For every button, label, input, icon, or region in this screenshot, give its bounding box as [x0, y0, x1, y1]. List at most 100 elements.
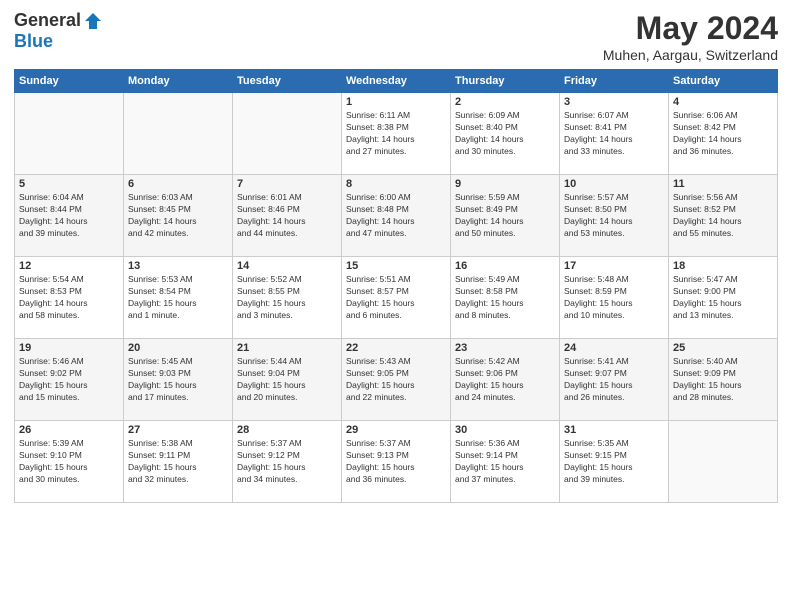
day-number: 14	[237, 260, 337, 272]
day-number: 16	[455, 260, 555, 272]
header-cell-thursday: Thursday	[451, 70, 560, 93]
day-cell: 30 Sunrise: 5:36 AM Sunset: 9:14 PM Dayli…	[451, 421, 560, 503]
day-number: 11	[673, 178, 773, 190]
day-cell: 2 Sunrise: 6:09 AM Sunset: 8:40 PM Daylig…	[451, 93, 560, 175]
day-cell: 15 Sunrise: 5:51 AM Sunset: 8:57 PM Dayli…	[342, 257, 451, 339]
logo-icon	[83, 11, 103, 31]
day-info: Sunrise: 6:09 AM Sunset: 8:40 PM Dayligh…	[455, 110, 555, 158]
day-number: 21	[237, 342, 337, 354]
day-number: 1	[346, 96, 446, 108]
day-cell: 10 Sunrise: 5:57 AM Sunset: 8:50 PM Dayli…	[560, 175, 669, 257]
day-number: 27	[128, 424, 228, 436]
day-info: Sunrise: 6:07 AM Sunset: 8:41 PM Dayligh…	[564, 110, 664, 158]
location: Muhen, Aargau, Switzerland	[603, 47, 778, 63]
day-cell: 27 Sunrise: 5:38 AM Sunset: 9:11 PM Dayli…	[124, 421, 233, 503]
day-info: Sunrise: 5:54 AM Sunset: 8:53 PM Dayligh…	[19, 274, 119, 322]
day-cell: 4 Sunrise: 6:06 AM Sunset: 8:42 PM Daylig…	[669, 93, 778, 175]
day-cell: 11 Sunrise: 5:56 AM Sunset: 8:52 PM Dayli…	[669, 175, 778, 257]
day-cell: 28 Sunrise: 5:37 AM Sunset: 9:12 PM Dayli…	[233, 421, 342, 503]
day-number: 5	[19, 178, 119, 190]
day-info: Sunrise: 5:37 AM Sunset: 9:12 PM Dayligh…	[237, 438, 337, 486]
day-info: Sunrise: 6:06 AM Sunset: 8:42 PM Dayligh…	[673, 110, 773, 158]
day-number: 8	[346, 178, 446, 190]
day-number: 9	[455, 178, 555, 190]
day-number: 18	[673, 260, 773, 272]
day-number: 13	[128, 260, 228, 272]
day-info: Sunrise: 5:36 AM Sunset: 9:14 PM Dayligh…	[455, 438, 555, 486]
logo: General Blue	[14, 10, 103, 52]
day-number: 24	[564, 342, 664, 354]
logo-general-text: General	[14, 10, 81, 31]
day-cell: 24 Sunrise: 5:41 AM Sunset: 9:07 PM Dayli…	[560, 339, 669, 421]
day-number: 2	[455, 96, 555, 108]
week-row-5: 26Sunrise: 5:39 AM Sunset: 9:10 PM Dayli…	[15, 421, 778, 503]
day-info: Sunrise: 5:44 AM Sunset: 9:04 PM Dayligh…	[237, 356, 337, 404]
day-number: 31	[564, 424, 664, 436]
day-cell: 19 Sunrise: 5:46 AM Sunset: 9:02 PM Dayli…	[15, 339, 124, 421]
day-cell: 29Sunrise: 5:37 AM Sunset: 9:13 PM Dayli…	[342, 421, 451, 503]
day-cell: 14 Sunrise: 5:52 AM Sunset: 8:55 PM Dayli…	[233, 257, 342, 339]
day-cell: 26Sunrise: 5:39 AM Sunset: 9:10 PM Dayli…	[15, 421, 124, 503]
week-row-4: 19 Sunrise: 5:46 AM Sunset: 9:02 PM Dayli…	[15, 339, 778, 421]
day-info: Sunrise: 5:45 AM Sunset: 9:03 PM Dayligh…	[128, 356, 228, 404]
day-info: Sunrise: 5:47 AM Sunset: 9:00 PM Dayligh…	[673, 274, 773, 322]
day-info: Sunrise: 5:35 AM Sunset: 9:15 PM Dayligh…	[564, 438, 664, 486]
day-info: Sunrise: 5:49 AM Sunset: 8:58 PM Dayligh…	[455, 274, 555, 322]
day-cell: 12 Sunrise: 5:54 AM Sunset: 8:53 PM Dayli…	[15, 257, 124, 339]
day-cell: 5 Sunrise: 6:04 AM Sunset: 8:44 PM Daylig…	[15, 175, 124, 257]
day-info: Sunrise: 5:46 AM Sunset: 9:02 PM Dayligh…	[19, 356, 119, 404]
day-info: Sunrise: 5:57 AM Sunset: 8:50 PM Dayligh…	[564, 192, 664, 240]
day-info: Sunrise: 5:42 AM Sunset: 9:06 PM Dayligh…	[455, 356, 555, 404]
day-cell: 21 Sunrise: 5:44 AM Sunset: 9:04 PM Dayli…	[233, 339, 342, 421]
day-info: Sunrise: 5:40 AM Sunset: 9:09 PM Dayligh…	[673, 356, 773, 404]
day-cell: 16 Sunrise: 5:49 AM Sunset: 8:58 PM Dayli…	[451, 257, 560, 339]
day-number: 26	[19, 424, 119, 436]
day-number: 23	[455, 342, 555, 354]
day-number: 17	[564, 260, 664, 272]
header-cell-saturday: Saturday	[669, 70, 778, 93]
day-info: Sunrise: 6:01 AM Sunset: 8:46 PM Dayligh…	[237, 192, 337, 240]
day-cell: 9Sunrise: 5:59 AM Sunset: 8:49 PM Daylig…	[451, 175, 560, 257]
day-cell: 6 Sunrise: 6:03 AM Sunset: 8:45 PM Daylig…	[124, 175, 233, 257]
day-cell: 3 Sunrise: 6:07 AM Sunset: 8:41 PM Daylig…	[560, 93, 669, 175]
day-cell: 25Sunrise: 5:40 AM Sunset: 9:09 PM Dayli…	[669, 339, 778, 421]
day-info: Sunrise: 5:38 AM Sunset: 9:11 PM Dayligh…	[128, 438, 228, 486]
header-cell-wednesday: Wednesday	[342, 70, 451, 93]
title-section: May 2024 Muhen, Aargau, Switzerland	[603, 10, 778, 63]
calendar-table: SundayMondayTuesdayWednesdayThursdayFrid…	[14, 69, 778, 503]
month-title: May 2024	[603, 10, 778, 47]
header-cell-monday: Monday	[124, 70, 233, 93]
day-number: 3	[564, 96, 664, 108]
day-cell: 7Sunrise: 6:01 AM Sunset: 8:46 PM Daylig…	[233, 175, 342, 257]
day-number: 12	[19, 260, 119, 272]
day-info: Sunrise: 6:03 AM Sunset: 8:45 PM Dayligh…	[128, 192, 228, 240]
day-cell: 20 Sunrise: 5:45 AM Sunset: 9:03 PM Dayli…	[124, 339, 233, 421]
week-row-1: 1Sunrise: 6:11 AM Sunset: 8:38 PM Daylig…	[15, 93, 778, 175]
day-cell: 13Sunrise: 5:53 AM Sunset: 8:54 PM Dayli…	[124, 257, 233, 339]
day-number: 30	[455, 424, 555, 436]
day-number: 10	[564, 178, 664, 190]
day-info: Sunrise: 5:41 AM Sunset: 9:07 PM Dayligh…	[564, 356, 664, 404]
day-cell	[124, 93, 233, 175]
day-info: Sunrise: 6:04 AM Sunset: 8:44 PM Dayligh…	[19, 192, 119, 240]
day-number: 4	[673, 96, 773, 108]
week-row-2: 5 Sunrise: 6:04 AM Sunset: 8:44 PM Daylig…	[15, 175, 778, 257]
day-number: 6	[128, 178, 228, 190]
day-cell: 8 Sunrise: 6:00 AM Sunset: 8:48 PM Daylig…	[342, 175, 451, 257]
day-number: 28	[237, 424, 337, 436]
day-info: Sunrise: 5:56 AM Sunset: 8:52 PM Dayligh…	[673, 192, 773, 240]
day-info: Sunrise: 5:43 AM Sunset: 9:05 PM Dayligh…	[346, 356, 446, 404]
day-number: 20	[128, 342, 228, 354]
day-cell: 23 Sunrise: 5:42 AM Sunset: 9:06 PM Dayli…	[451, 339, 560, 421]
header: General Blue May 2024 Muhen, Aargau, Swi…	[14, 10, 778, 63]
header-cell-friday: Friday	[560, 70, 669, 93]
day-info: Sunrise: 5:51 AM Sunset: 8:57 PM Dayligh…	[346, 274, 446, 322]
day-info: Sunrise: 6:00 AM Sunset: 8:48 PM Dayligh…	[346, 192, 446, 240]
day-info: Sunrise: 5:52 AM Sunset: 8:55 PM Dayligh…	[237, 274, 337, 322]
day-number: 19	[19, 342, 119, 354]
day-number: 29	[346, 424, 446, 436]
day-number: 15	[346, 260, 446, 272]
day-cell: 1Sunrise: 6:11 AM Sunset: 8:38 PM Daylig…	[342, 93, 451, 175]
week-row-3: 12 Sunrise: 5:54 AM Sunset: 8:53 PM Dayli…	[15, 257, 778, 339]
header-cell-tuesday: Tuesday	[233, 70, 342, 93]
